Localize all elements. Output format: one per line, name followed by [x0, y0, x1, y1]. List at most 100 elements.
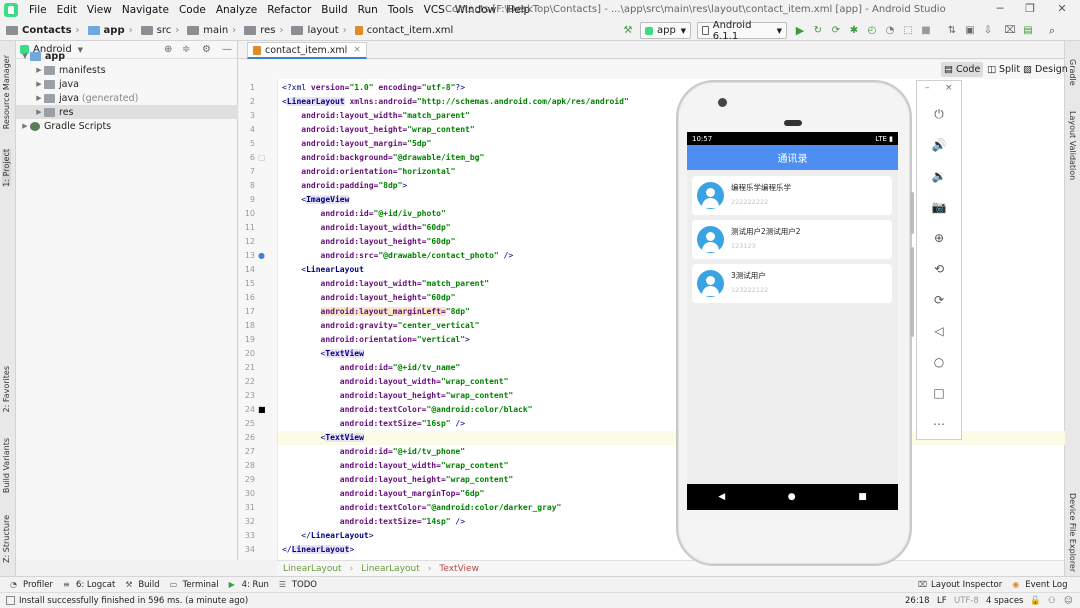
- tree-item-res[interactable]: ▶ res: [16, 105, 238, 119]
- code-line[interactable]: android:textSize="14sp" />: [278, 515, 1065, 529]
- profile-icon[interactable]: ◴: [866, 23, 878, 38]
- emulator-minimize-icon[interactable]: –: [925, 83, 930, 93]
- menu-build[interactable]: Build: [316, 4, 352, 16]
- apply-code-changes-icon[interactable]: ⟳: [830, 23, 842, 38]
- bottom-tab-layout-inspector[interactable]: ⌧ Layout Inspector: [918, 580, 1002, 590]
- git-icon[interactable]: ⚇: [1048, 596, 1056, 606]
- tool-tab-layout-validation[interactable]: Layout Validation: [1068, 111, 1077, 180]
- collapsed-arrow-icon[interactable]: ▶: [20, 122, 30, 130]
- nav-recents-icon[interactable]: ■: [858, 492, 867, 502]
- menu-tools[interactable]: Tools: [383, 4, 419, 16]
- layout-inspector-toolbar-icon[interactable]: ⌧: [1004, 23, 1016, 38]
- bottom-tab-todo[interactable]: ☰ TODO: [279, 580, 317, 590]
- expanded-arrow-icon[interactable]: ▼: [20, 52, 30, 60]
- sync-icon[interactable]: ⇅: [946, 23, 958, 38]
- run-icon[interactable]: ▶: [794, 23, 806, 38]
- back-icon[interactable]: ◁: [928, 320, 950, 342]
- power-icon[interactable]: ⏻: [928, 103, 950, 125]
- rotate-left-icon[interactable]: ⟲: [928, 258, 950, 280]
- attach-icon[interactable]: ⬚: [902, 23, 914, 38]
- menu-refactor[interactable]: Refactor: [262, 4, 316, 16]
- code-line[interactable]: android:layout_marginTop="6dp": [278, 487, 1065, 501]
- home-icon[interactable]: ○: [928, 351, 950, 373]
- code-line[interactable]: android:textColor="@android:color/darker…: [278, 501, 1065, 515]
- menu-edit[interactable]: Edit: [52, 4, 82, 16]
- contact-list-item[interactable]: 3测试用户 123222122: [692, 264, 892, 303]
- device-select[interactable]: Android 6.1.1 ▼: [697, 20, 787, 42]
- restore-icon[interactable]: ❐: [1020, 2, 1040, 18]
- debug-icon[interactable]: ✱: [848, 23, 860, 38]
- apply-changes-icon[interactable]: ↻: [812, 23, 824, 38]
- camera-icon[interactable]: 📷: [928, 196, 950, 218]
- tree-item-java[interactable]: ▶ java (generated): [16, 91, 238, 105]
- tab-contact-item-xml[interactable]: contact_item.xml ×: [247, 42, 367, 59]
- attach-debugger-icon[interactable]: ◔: [884, 23, 896, 38]
- mode-split-button[interactable]: ◫ Split: [984, 62, 1023, 77]
- code-line[interactable]: android:id="@+id/tv_phone": [278, 445, 1065, 459]
- bottom-tab-build[interactable]: ⚒ Build: [125, 580, 159, 590]
- code-line[interactable]: </LinearLayout>: [278, 543, 1065, 557]
- close-icon[interactable]: ✕: [1052, 2, 1072, 18]
- rotate-right-icon[interactable]: ⟳: [928, 289, 950, 311]
- contact-list-item[interactable]: 编程乐学编程乐学 222222222: [692, 176, 892, 215]
- tree-item-java[interactable]: ▶ java: [16, 77, 238, 91]
- close-tab-icon[interactable]: ×: [353, 45, 361, 55]
- breadcrumb-item[interactable]: Contacts: [0, 25, 72, 36]
- caret-position[interactable]: 26:18: [905, 596, 930, 606]
- bottom-tab-terminal[interactable]: ▭ Terminal: [170, 580, 219, 590]
- tree-item-gradle-scripts[interactable]: ▶ Gradle Scripts: [16, 119, 238, 133]
- file-encoding[interactable]: UTF-8: [954, 596, 979, 606]
- menu-analyze[interactable]: Analyze: [211, 4, 262, 16]
- volume-down-icon[interactable]: 🔉: [928, 165, 950, 187]
- editor-breadcrumb-item[interactable]: LinearLayout: [283, 564, 342, 574]
- volume-up-icon[interactable]: 🔊: [928, 134, 950, 156]
- tool-tab-build-variants[interactable]: Build Variants: [2, 438, 11, 493]
- menu-code[interactable]: Code: [174, 4, 211, 16]
- tool-tab-favorites[interactable]: 2: Favorites: [2, 366, 11, 412]
- breadcrumb-item[interactable]: layout: [285, 25, 339, 36]
- tool-tab-project[interactable]: 1: Project: [2, 149, 11, 187]
- editor-breadcrumb-item[interactable]: LinearLayout: [361, 564, 420, 574]
- search-icon[interactable]: ⌕: [1046, 23, 1058, 38]
- status-toggle-icon[interactable]: [6, 596, 15, 605]
- zoom-in-icon[interactable]: ⊕: [928, 227, 950, 249]
- code-line[interactable]: android:layout_height="wrap_content": [278, 473, 1065, 487]
- menu-navigate[interactable]: Navigate: [117, 4, 174, 16]
- tool-tab-resource-manager[interactable]: Resource Manager: [2, 55, 11, 129]
- tree-item-app[interactable]: ▼ app: [16, 49, 238, 63]
- line-separator[interactable]: LF: [937, 596, 947, 606]
- breadcrumb-item[interactable]: contact_item.xml: [349, 25, 453, 36]
- contact-list-item[interactable]: 测试用户2测试用户2 123123: [692, 220, 892, 259]
- code-line[interactable]: </LinearLayout>: [278, 529, 1065, 543]
- bottom-tab-6-logcat[interactable]: ≡ 6: Logcat: [63, 580, 115, 590]
- sdk-manager-icon[interactable]: ⇩: [982, 23, 994, 38]
- mode-code-button[interactable]: ▤ Code: [941, 62, 984, 77]
- run-config-select[interactable]: app ▼: [640, 22, 691, 39]
- emulator-icon[interactable]: ▤: [1022, 23, 1034, 38]
- tree-item-manifests[interactable]: ▶ manifests: [16, 63, 238, 77]
- notifications-icon[interactable]: ☺: [1064, 596, 1073, 606]
- emulator-screen[interactable]: 10:57 LTE ▮ 通讯录 编程乐学编程乐学 222222222 测试用户2测试…: [687, 132, 898, 510]
- nav-back-icon[interactable]: ◀: [718, 492, 725, 502]
- avd-manager-icon[interactable]: ▣: [964, 23, 976, 38]
- bottom-tab-event-log[interactable]: ◉ Event Log: [1012, 580, 1067, 590]
- breadcrumb-item[interactable]: res: [238, 25, 275, 36]
- bottom-tab-profiler[interactable]: ◔ Profiler: [10, 580, 53, 590]
- tool-tab-device-file-explorer[interactable]: Device File Explorer: [1068, 493, 1077, 572]
- emulator-close-icon[interactable]: ×: [945, 83, 953, 93]
- overview-icon[interactable]: □: [928, 382, 950, 404]
- collapsed-arrow-icon[interactable]: ▶: [34, 108, 44, 116]
- bottom-tab-4-run[interactable]: ▶ 4: Run: [229, 580, 269, 590]
- menu-run[interactable]: Run: [353, 4, 383, 16]
- stop-icon[interactable]: ■: [920, 23, 932, 38]
- menu-file[interactable]: File: [24, 4, 52, 16]
- code-line[interactable]: android:layout_width="wrap_content": [278, 459, 1065, 473]
- breadcrumb-item[interactable]: app: [82, 25, 125, 36]
- editor-breadcrumb-item[interactable]: TextView: [439, 564, 479, 574]
- tool-tab-structure[interactable]: Z: Structure: [2, 515, 11, 563]
- collapsed-arrow-icon[interactable]: ▶: [34, 66, 44, 74]
- more-icon[interactable]: ⋯: [928, 413, 950, 435]
- breadcrumb-item[interactable]: main: [181, 25, 228, 36]
- mode-design-button[interactable]: ▧ Design: [1020, 62, 1071, 77]
- hammer-icon[interactable]: ⚒: [620, 23, 636, 38]
